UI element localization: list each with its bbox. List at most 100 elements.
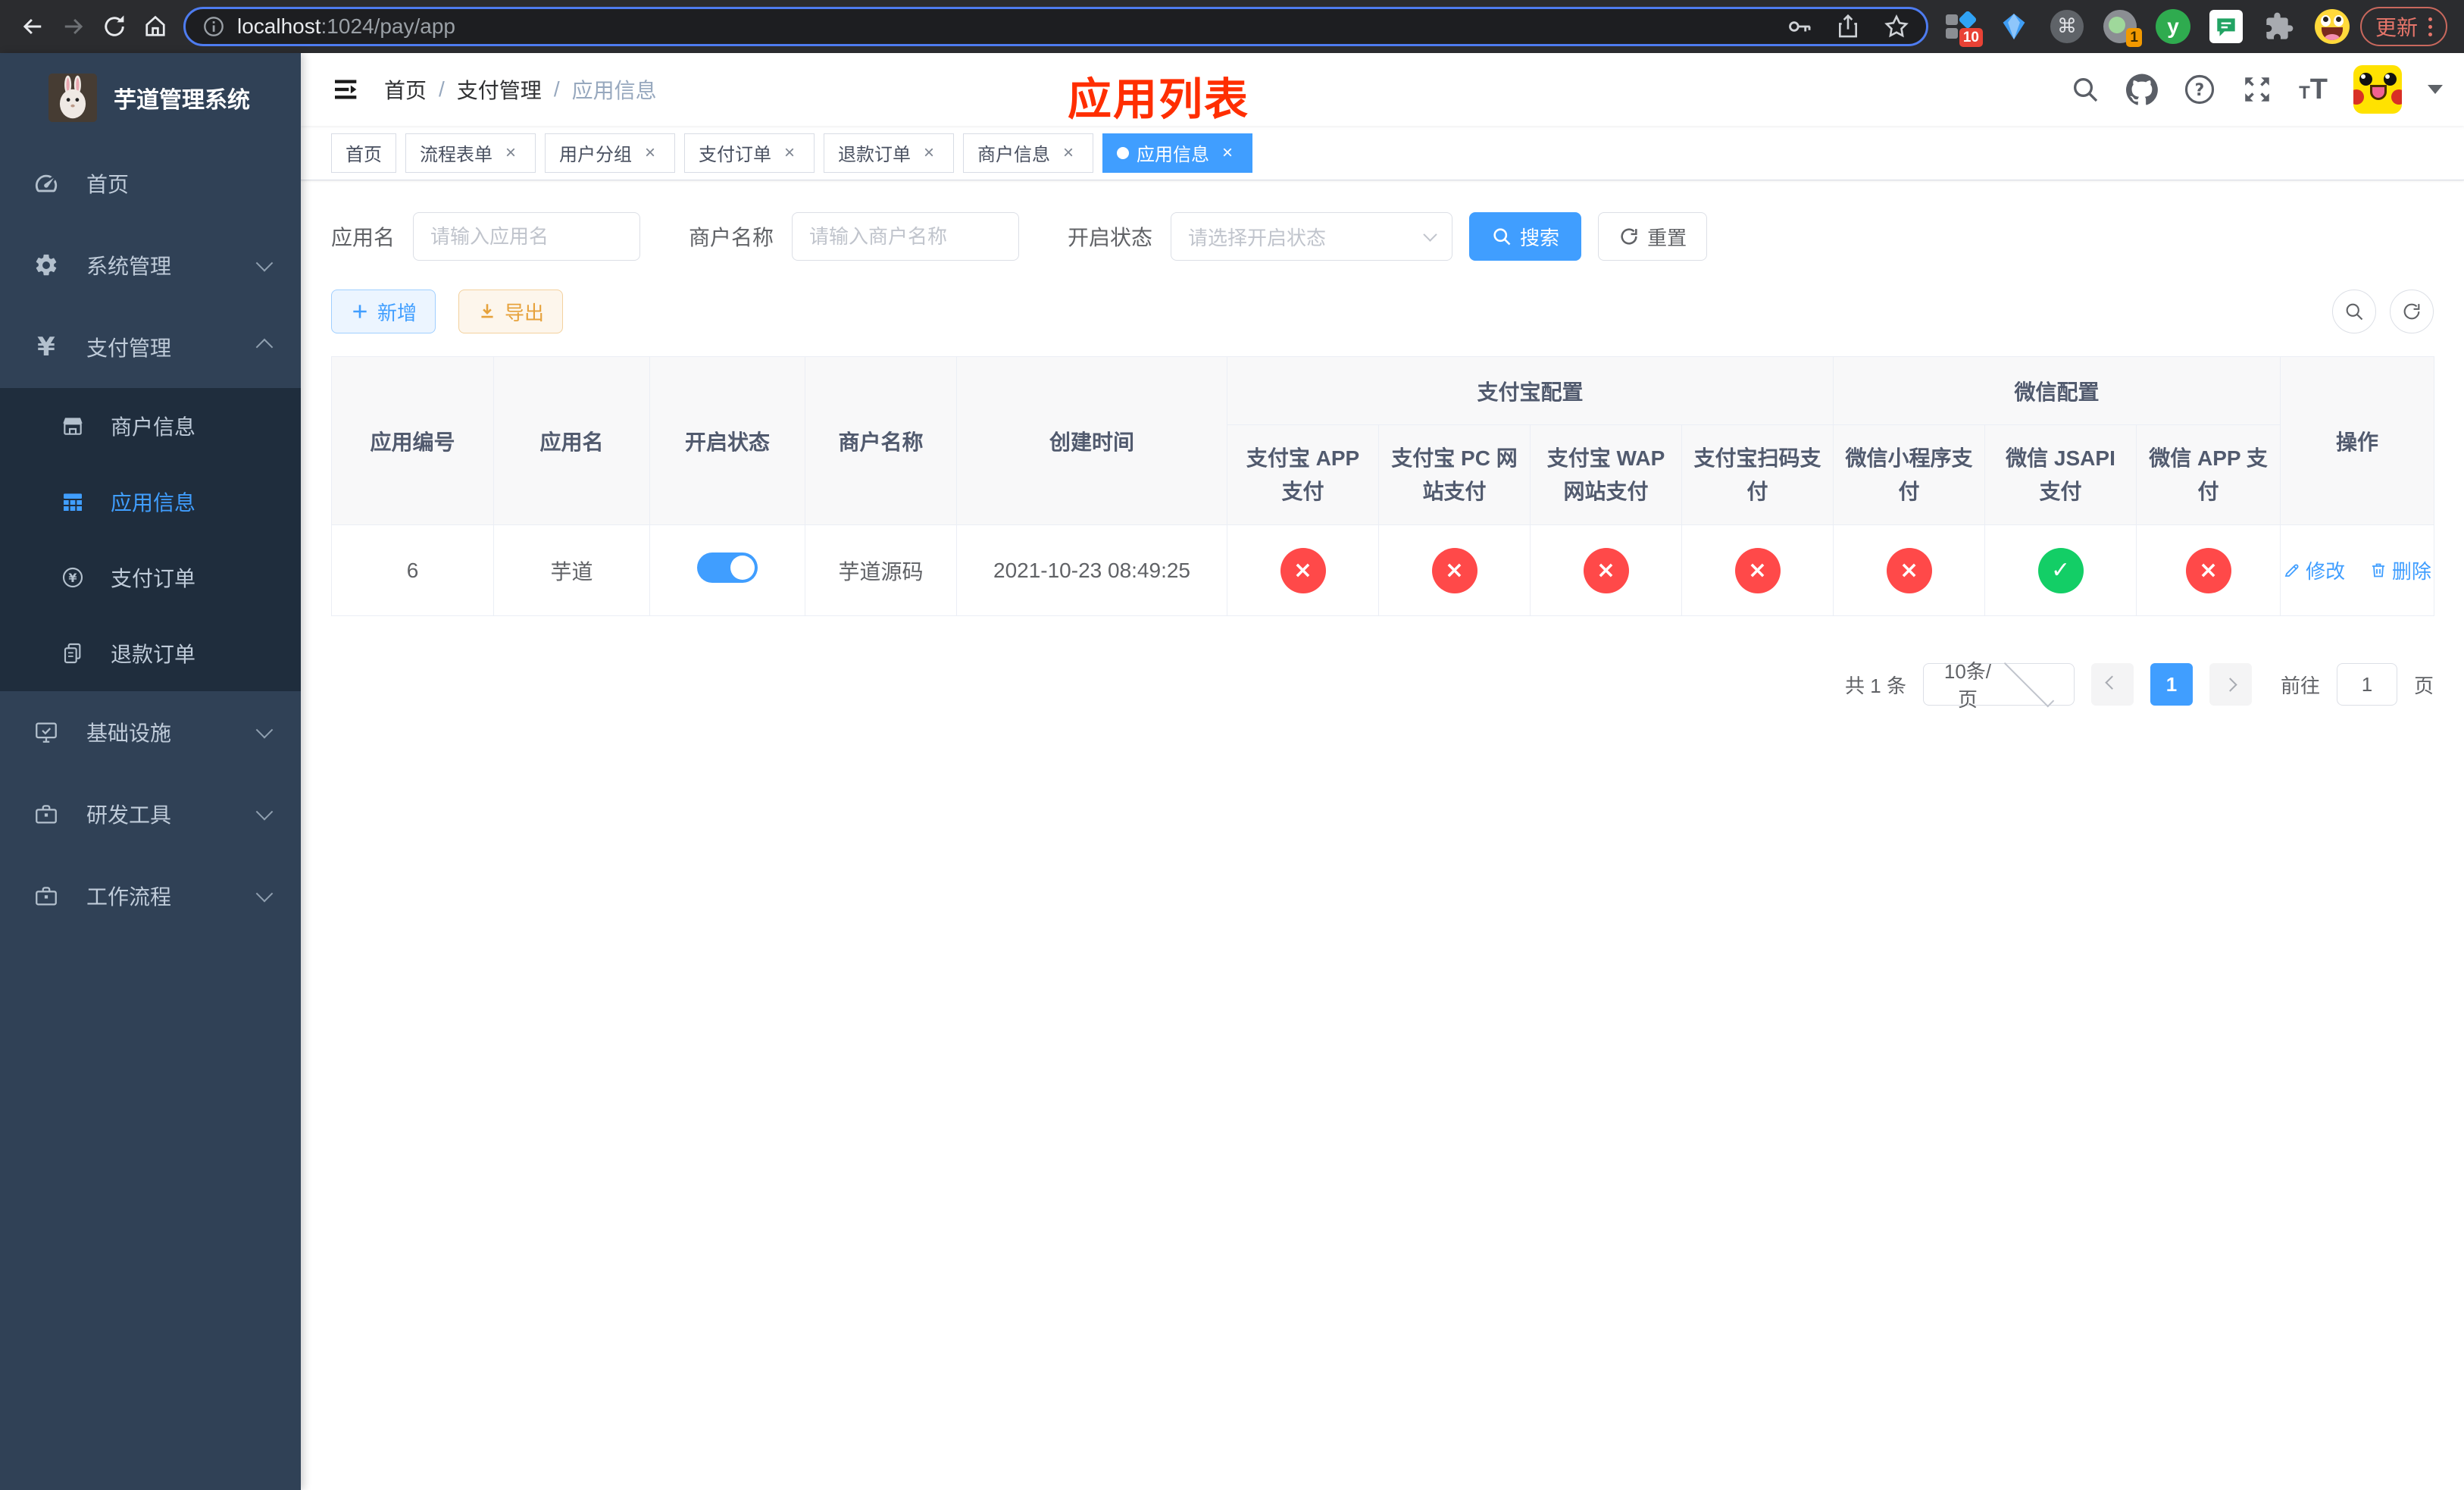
briefcase-icon [36,805,57,824]
sidebar-item-refund-orders[interactable]: 退款订单 [0,615,301,691]
col-group-wechat: 微信配置 [1833,356,2281,425]
sidebar-item-home[interactable]: 首页 [0,142,301,224]
breadcrumb-payment[interactable]: 支付管理 [457,74,542,105]
total-count: 共 1 条 [1845,674,1906,697]
share-icon[interactable] [1834,12,1862,41]
toggle-search-button[interactable] [2332,290,2376,333]
extension-gem-icon[interactable] [1997,9,2031,44]
browser-home-button[interactable] [135,6,176,47]
sidebar-item-dev-tools[interactable]: 研发工具 [0,773,301,855]
tab-app-info[interactable]: 应用信息 × [1102,133,1252,173]
tab-pay-orders[interactable]: 支付订单 × [684,133,815,173]
alipay-app-status-icon: × [1280,547,1326,593]
extension-record-icon[interactable]: 1 [2103,9,2142,47]
site-info-icon[interactable] [201,14,227,39]
search-icon [1493,228,1511,246]
extension-y-icon[interactable]: y [2155,9,2190,44]
next-page-button[interactable] [2209,663,2252,706]
extensions-puzzle-icon[interactable] [2262,9,2297,44]
browser-reload-button[interactable] [94,6,135,47]
col-wx-jsapi: 微信 JSAPI 支付 [1984,424,2137,525]
app-name-input[interactable] [413,212,641,261]
sidebar-item-app-info[interactable]: 应用信息 [0,464,301,540]
sidebar-item-infrastructure[interactable]: 基础设施 [0,691,301,773]
browser-menu-icon[interactable] [2428,17,2432,36]
breadcrumb-home[interactable]: 首页 [384,74,427,105]
search-button[interactable]: 搜索 [1469,212,1582,261]
url-text: localhost:1024/pay/app [237,14,456,38]
page-size-select[interactable]: 10条/页 [1922,656,2075,711]
col-alipay-wap: 支付宝 WAP 网站支付 [1530,424,1682,525]
prev-page-button[interactable] [2090,663,2134,706]
goto-page-input[interactable] [2336,663,2397,706]
chevron-down-icon [255,721,274,739]
status-select[interactable]: 请选择开启状态 [1171,212,1453,261]
col-wx-lite: 微信小程序支付 [1833,424,1986,525]
status-label: 开启状态 [1068,226,1153,249]
browser-toolbar: localhost:1024/pay/app 10 ⌘ 1 y 更新 [0,0,2464,53]
plus-icon [353,305,367,318]
help-icon[interactable]: ? [2184,74,2215,105]
chevron-down-icon [255,254,274,272]
app-logo: 芋道管理系统 [0,53,301,142]
github-icon[interactable] [2126,74,2158,105]
sidebar-item-merchant-info[interactable]: 商户信息 [0,388,301,464]
extension-blocks-icon[interactable]: 10 [1943,9,1983,47]
status-toggle[interactable] [697,552,758,583]
extension-chat-icon[interactable] [2209,9,2244,44]
tab-refund-orders[interactable]: 退款订单 × [824,133,954,173]
merchant-name-input[interactable] [792,212,1020,261]
col-app-id: 应用编号 [331,356,494,525]
edit-link[interactable]: 修改 [2283,556,2345,584]
close-icon[interactable]: × [779,142,800,164]
search-icon[interactable] [2070,74,2100,105]
delete-link[interactable]: 删除 [2369,556,2431,584]
avatar-dropdown-caret-icon[interactable] [2428,85,2443,94]
sidebar-item-workflow[interactable]: 工作流程 [0,855,301,937]
extension-command-icon[interactable]: ⌘ [2050,9,2084,44]
extension-emoji-icon[interactable] [2314,9,2350,44]
sidebar-item-system[interactable]: 系统管理 [0,224,301,306]
fullscreen-icon[interactable] [2241,74,2273,105]
chevron-down-icon [2003,656,2055,708]
close-icon[interactable]: × [1217,142,1238,164]
close-icon[interactable]: × [639,142,661,164]
bookmark-star-icon[interactable] [1882,12,1911,41]
dashboard-icon [35,174,58,193]
wx-jsapi-status-icon: ✓ [2037,547,2084,593]
close-icon[interactable]: × [1058,142,1079,164]
tab-merchant-info[interactable]: 商户信息 × [963,133,1093,173]
col-alipay-pc: 支付宝 PC 网站支付 [1378,424,1531,525]
close-icon[interactable]: × [500,142,521,164]
url-bar[interactable]: localhost:1024/pay/app [183,7,1928,46]
top-navbar: 首页 / 支付管理 / 应用信息 应用列表 ? TT [301,53,2464,126]
close-icon[interactable]: × [918,142,940,164]
sidebar-item-payment[interactable]: ¥ 支付管理 [0,306,301,388]
browser-forward-button[interactable] [53,6,94,47]
user-avatar[interactable] [2353,65,2402,114]
collapse-sidebar-button[interactable] [322,65,371,114]
refresh-icon [2403,303,2420,320]
add-button[interactable]: 新增 [331,290,436,333]
password-key-icon[interactable] [1785,12,1814,41]
wx-lite-status-icon: × [1886,547,1932,593]
refresh-table-button[interactable] [2390,290,2434,333]
tab-process-form[interactable]: 流程表单 × [405,133,536,173]
extensions-area: 10 ⌘ 1 y [1943,9,2350,47]
svg-text:?: ? [2195,81,2205,100]
pagination: 共 1 条 10条/页 1 前往 页 [331,656,2434,711]
font-size-icon[interactable]: TT [2299,74,2328,106]
monitor-check-icon [36,722,57,743]
export-button[interactable]: 导出 [458,290,564,333]
browser-back-button[interactable] [12,6,53,47]
current-page[interactable]: 1 [2150,663,2193,706]
tab-user-group[interactable]: 用户分组 × [545,133,675,173]
browser-update-button[interactable]: 更新 [2359,7,2447,46]
sidebar-item-pay-orders[interactable]: ¥ 支付订单 [0,540,301,615]
app-name-label: 应用名 [331,226,396,249]
trash-icon [2372,563,2384,578]
pay-order-icon: ¥ [62,567,83,588]
reset-button[interactable]: 重置 [1598,212,1708,261]
cell-merchant: 芋道源码 [805,524,957,616]
tab-home[interactable]: 首页 [331,133,396,173]
